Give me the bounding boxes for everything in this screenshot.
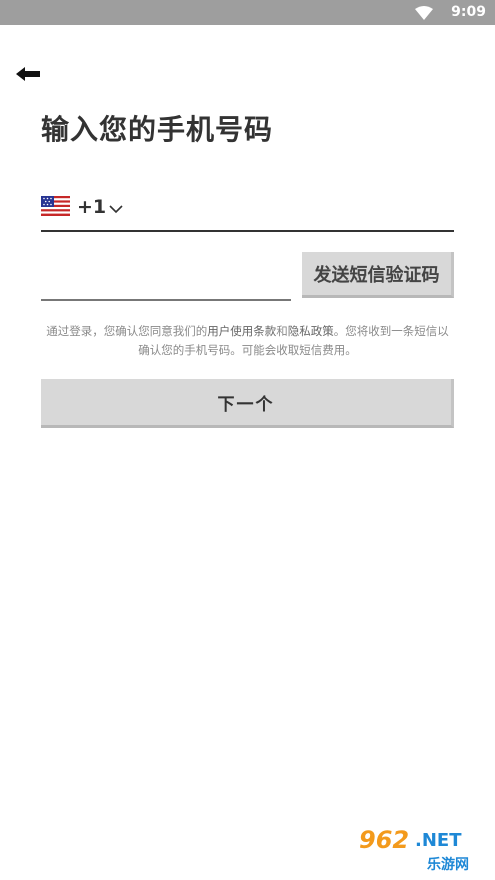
country-code[interactable]: +1 [77, 196, 106, 218]
notice-prefix: 通过登录，您确认您同意我们的 [46, 324, 208, 338]
svg-text:乐游网: 乐游网 [427, 856, 469, 873]
back-button[interactable] [14, 63, 42, 85]
send-code-button[interactable]: 发送短信验证码 [302, 252, 454, 298]
terms-notice: 通过登录，您确认您同意我们的用户使用条款和隐私政策。您将收到一条短信以确认您的手… [41, 322, 454, 360]
terms-link[interactable]: 用户使用条款 [207, 324, 276, 338]
privacy-link[interactable]: 隐私政策 [288, 324, 334, 338]
phone-number-field[interactable]: +1 [41, 192, 454, 232]
watermark-logo: 962 .NET 乐游网 [357, 824, 489, 874]
next-button[interactable]: 下一个 [41, 379, 454, 428]
chevron-down-icon[interactable] [109, 199, 123, 218]
phone-number-input[interactable] [141, 192, 454, 228]
verification-code-input[interactable] [41, 264, 291, 301]
status-time: 9:09 [451, 4, 486, 20]
status-bar: 9:09 [0, 0, 495, 25]
arrow-left-icon [14, 67, 42, 89]
svg-text:.NET: .NET [415, 830, 462, 851]
svg-text:962: 962 [359, 826, 409, 854]
us-flag-icon [41, 196, 70, 220]
notice-and: 和 [276, 324, 288, 338]
wifi-icon [415, 5, 433, 24]
page-title: 输入您的手机号码 [41, 113, 274, 146]
